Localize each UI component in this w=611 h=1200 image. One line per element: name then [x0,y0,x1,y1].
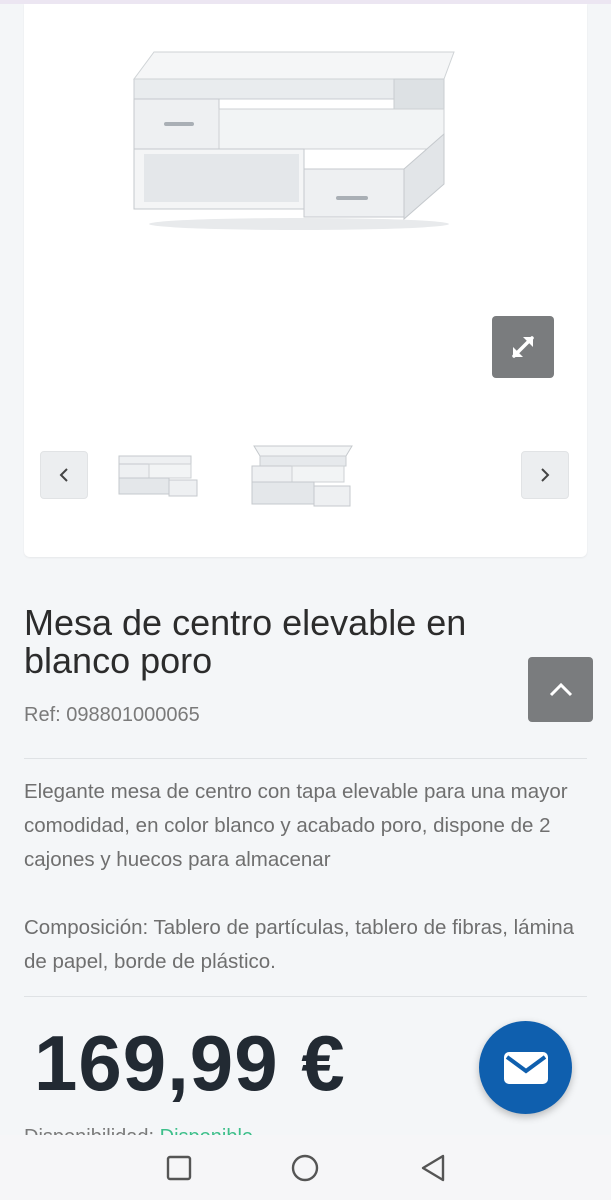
product-title: Mesa de centro elevable en blanco poro [24,602,467,681]
availability-label: Disponibilidad: [24,1126,160,1135]
scroll-to-top-button[interactable] [528,657,593,722]
availability: Disponibilidad: Disponible [24,1126,253,1135]
thumbnail-next-button[interactable] [521,451,569,499]
mail-icon [503,1051,548,1084]
product-price: 169,99 € [34,1019,346,1107]
home-button[interactable] [290,1153,320,1183]
product-ref: Ref: 098801000065 [24,704,200,726]
circle-icon [291,1154,319,1182]
square-icon [166,1155,192,1181]
chevron-left-icon [59,468,68,482]
back-button[interactable] [418,1153,448,1183]
divider [24,996,587,997]
thumbnail-table-raised[interactable] [246,438,358,516]
product-main-image[interactable] [124,24,464,239]
divider [24,758,587,759]
thumbnail-prev-button[interactable] [40,451,88,499]
chevron-up-icon [549,682,572,696]
thumbnail-table-closed[interactable] [116,448,201,502]
product-gallery [24,4,587,557]
triangle-back-icon [421,1154,445,1182]
system-navigation-bar [0,1135,611,1200]
product-description: Elegante mesa de centro con tapa elevabl… [24,780,568,871]
expand-diagonal-icon [512,336,534,358]
recents-button[interactable] [164,1153,194,1183]
product-composition: Composición: Tablero de partículas, tabl… [24,916,574,973]
zoom-button[interactable] [492,316,554,378]
availability-value: Disponible [160,1126,253,1135]
chevron-right-icon [541,468,550,482]
contact-mail-button[interactable] [479,1021,572,1114]
